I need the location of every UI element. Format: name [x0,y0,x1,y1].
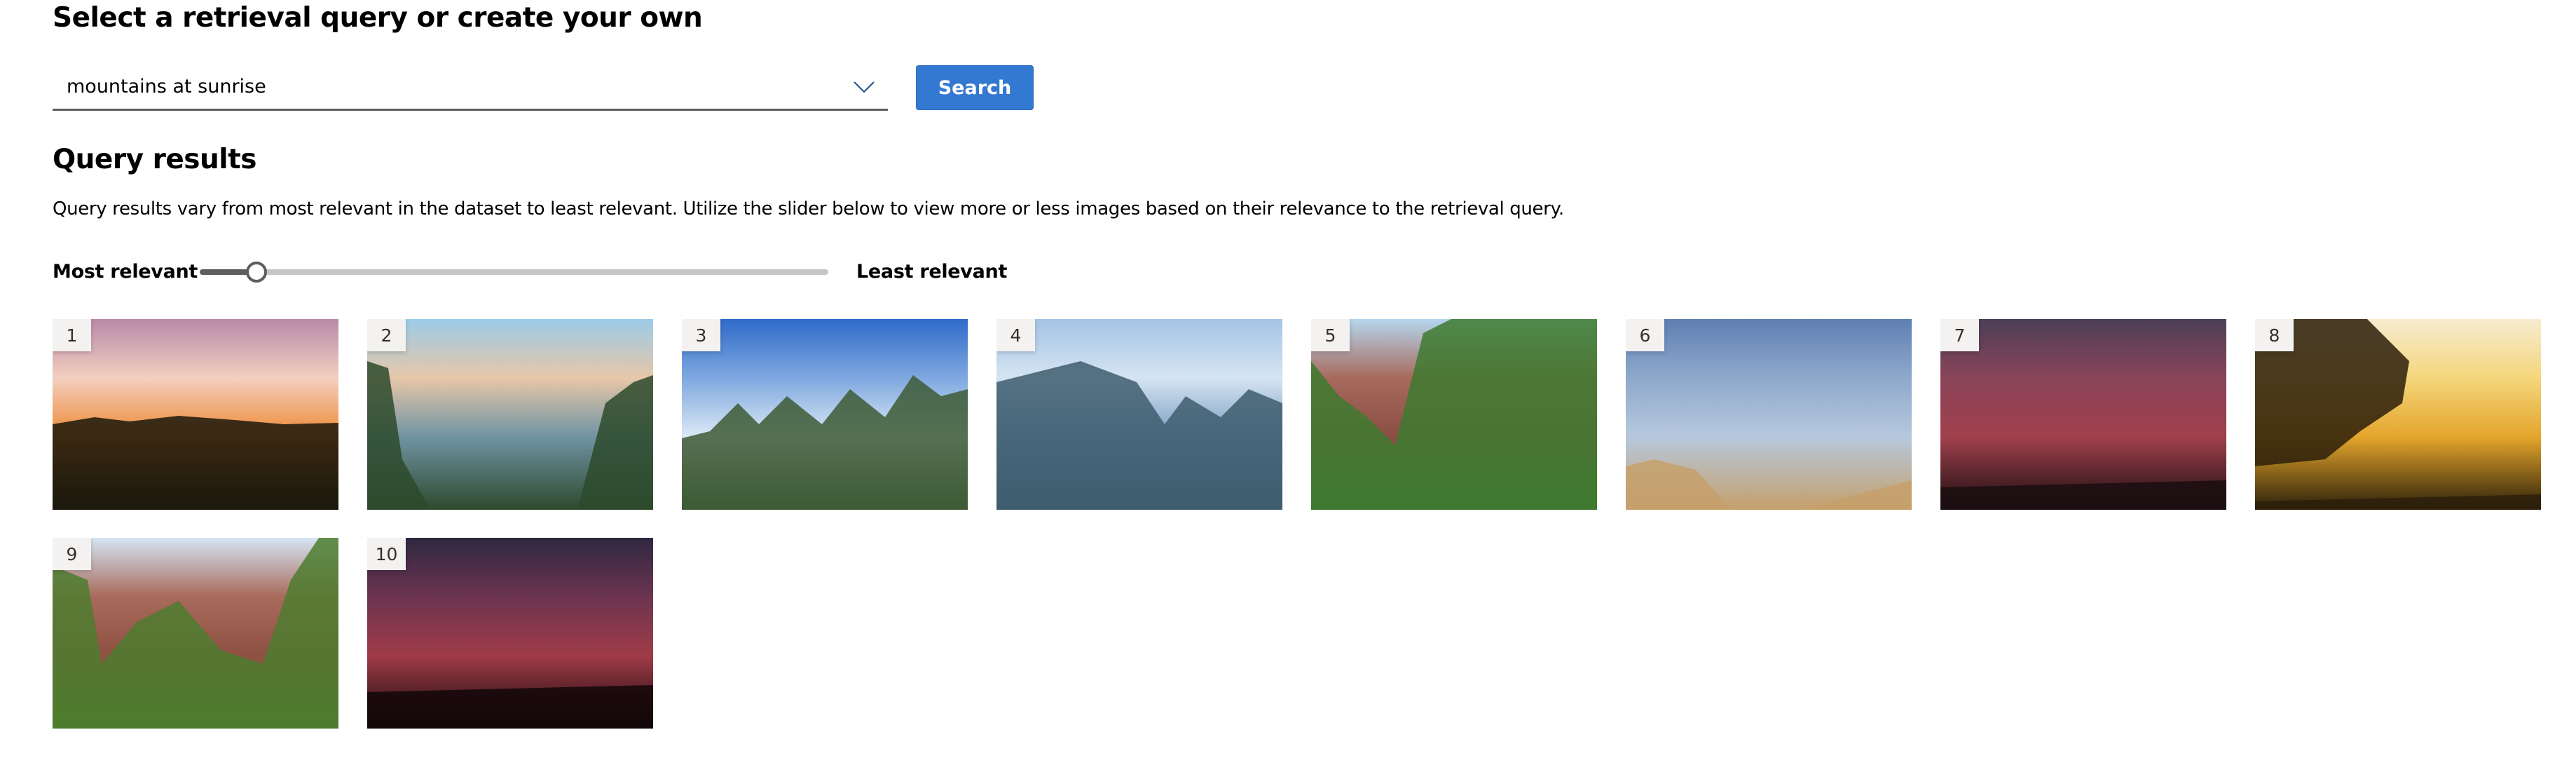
result-image-card[interactable]: 7 [1940,319,2226,510]
result-image [2255,319,2541,510]
rank-badge: 2 [367,319,406,351]
image-landscape-shape [367,685,653,729]
rank-badge: 3 [682,319,720,351]
chevron-down-icon[interactable] [850,73,878,101]
image-landscape-shape [53,416,338,510]
rank-badge: 4 [996,319,1035,351]
result-image-card[interactable]: 6 [1626,319,1912,510]
result-image-card[interactable]: 1 [53,319,338,510]
result-image-card[interactable]: 4 [996,319,1282,510]
rank-badge: 7 [1940,319,1979,351]
result-image-card[interactable]: 10 [367,538,653,729]
result-image [682,319,968,510]
result-image [996,319,1282,510]
result-image [367,538,653,729]
result-image-card[interactable]: 8 [2255,319,2541,510]
result-image [1940,319,2226,510]
result-image [53,538,338,729]
rank-badge: 8 [2255,319,2294,351]
result-image-card[interactable]: 2 [367,319,653,510]
search-button[interactable]: Search [916,65,1034,110]
page-title: Select a retrieval query or create your … [53,2,703,34]
rank-badge: 10 [367,538,406,570]
slider-min-label: Most relevant [53,261,198,283]
result-image [53,319,338,510]
slider-max-label: Least relevant [856,261,1008,283]
results-title: Query results [53,144,257,175]
retrieval-page: Select a retrieval query or create your … [0,0,2576,758]
rank-badge: 5 [1311,319,1350,351]
result-image [367,319,653,510]
result-image-card[interactable]: 5 [1311,319,1597,510]
rank-badge: 9 [53,538,91,570]
query-dropdown[interactable]: mountains at sunrise [53,66,888,111]
slider-thumb[interactable] [246,262,267,283]
rank-badge: 1 [53,319,91,351]
rank-badge: 6 [1626,319,1664,351]
query-dropdown-value: mountains at sunrise [67,76,266,97]
result-image [1311,319,1597,510]
result-image [1626,319,1912,510]
slider-track[interactable] [200,269,828,275]
results-description: Query results vary from most relevant in… [53,198,1564,219]
relevance-slider[interactable] [200,258,828,286]
result-image-card[interactable]: 9 [53,538,338,729]
result-image-card[interactable]: 3 [682,319,968,510]
